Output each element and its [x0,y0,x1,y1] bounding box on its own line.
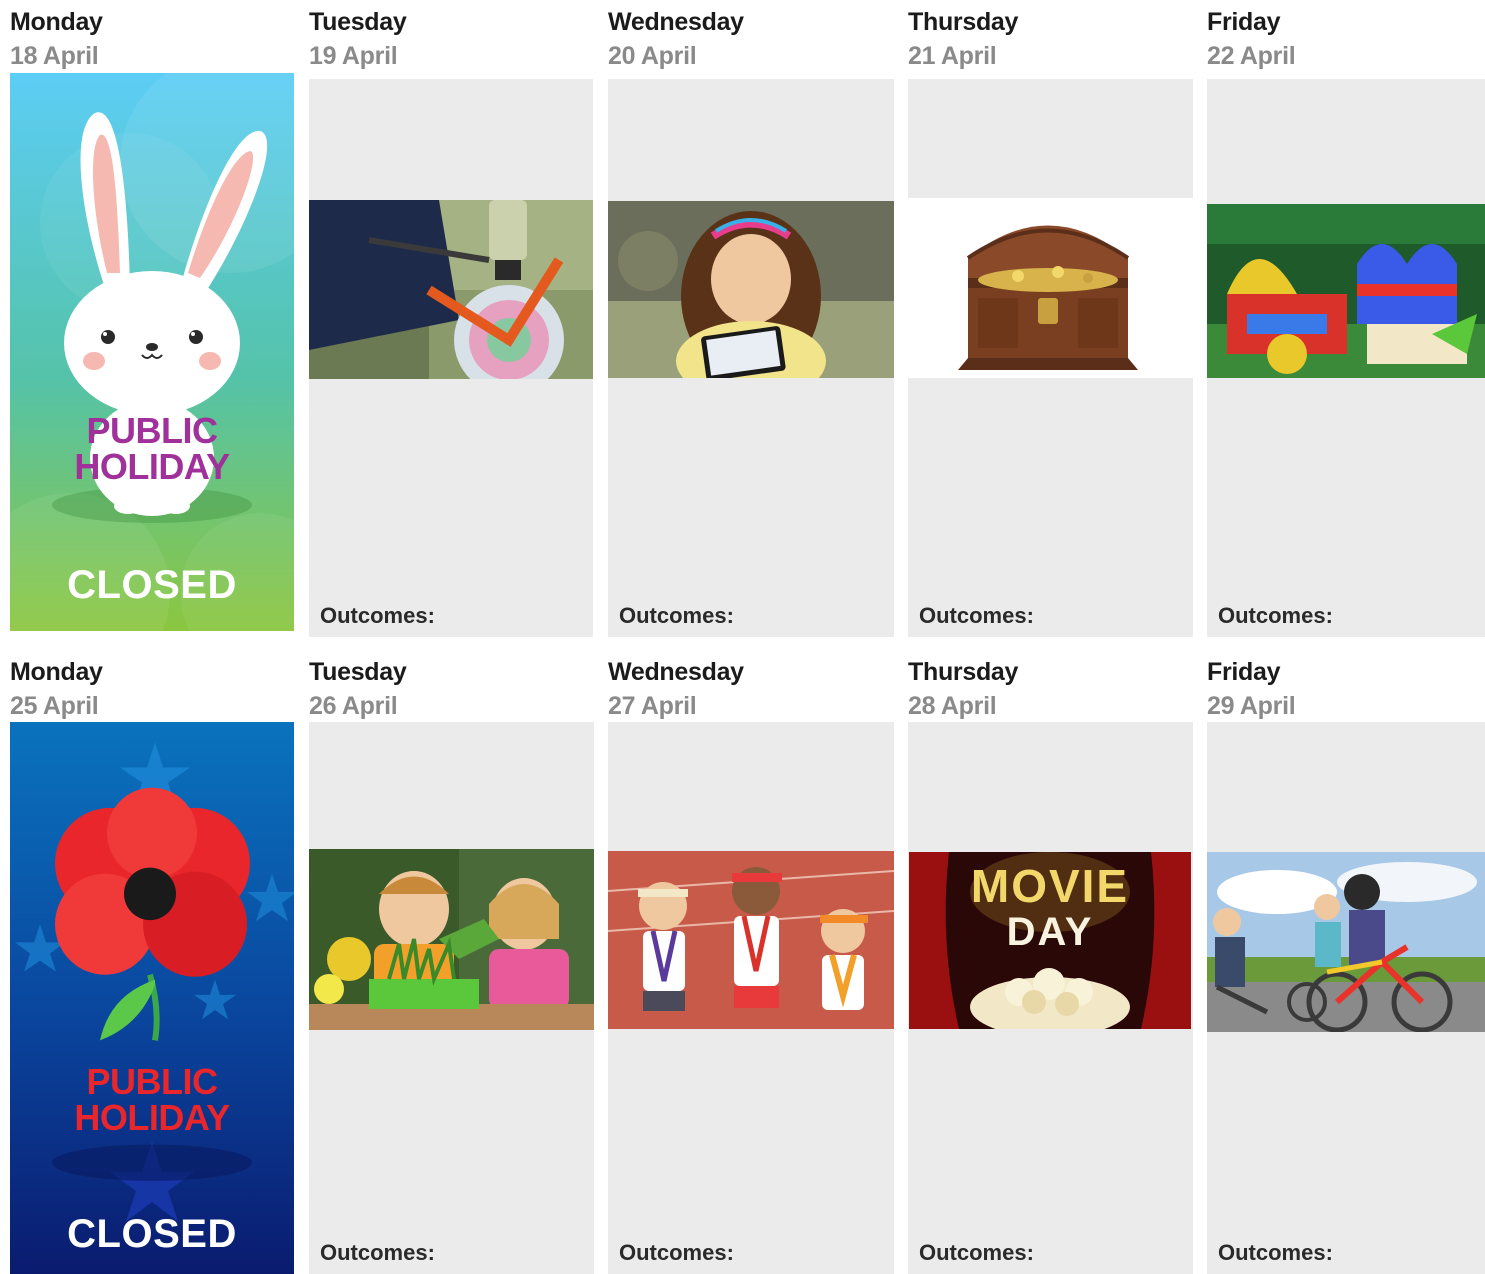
outcomes-label: Outcomes: [919,603,1034,628]
girl-tablet-photo [608,201,894,378]
movie-title-line2: DAY [1006,910,1094,954]
day-name: Tuesday [309,658,407,686]
treasure-chest-photo [908,198,1193,378]
day-name: Wednesday [608,8,744,36]
outcomes-label: Outcomes: [1218,1240,1333,1265]
day-name: Wednesday [608,658,744,686]
day-name: Tuesday [309,8,407,36]
day-name: Friday [1207,8,1281,36]
closed-text: CLOSED [67,1212,237,1256]
day-date: 21 April [908,42,997,70]
kids-gardening-photo [309,849,594,1030]
public-holiday-text-line2: HOLIDAY [74,446,230,487]
movie-day-photo: MOVIE DAY [909,852,1191,1029]
public-holiday-text-line2: HOLIDAY [74,1097,230,1138]
kids-athletes-photo [608,851,894,1029]
day-name: Thursday [908,658,1019,686]
day-name: Thursday [908,8,1019,36]
outcomes-label: Outcomes: [1218,603,1333,628]
day-date: 28 April [908,692,997,720]
day-date: 29 April [1207,692,1296,720]
bouncy-castle-photo [1207,204,1485,378]
closed-text: CLOSED [67,563,237,607]
activity-card[interactable]: MOVIE DAY Outcomes: [908,722,1193,1274]
activity-card[interactable]: Outcomes: [1207,722,1485,1274]
day-date: 18 April [10,42,99,70]
day-date: 19 April [309,42,398,70]
day-name: Friday [1207,658,1281,686]
day-date: 26 April [309,692,398,720]
outcomes-label: Outcomes: [320,603,435,628]
activity-card[interactable]: Outcomes: [608,79,894,637]
activity-card[interactable]: Outcomes: [908,79,1193,637]
easter-holiday-banner: PUBLIC HOLIDAY CLOSED [10,73,294,631]
outcomes-label: Outcomes: [619,603,734,628]
activity-card[interactable]: Outcomes: [608,722,894,1274]
activity-card[interactable]: Outcomes: [1207,79,1485,637]
day-date: 20 April [608,42,697,70]
day-name: Monday [10,658,103,686]
day-date: 27 April [608,692,697,720]
day-date: 25 April [10,692,99,720]
movie-title-line1: MOVIE [970,860,1130,912]
activity-card[interactable]: Outcomes: [309,79,593,637]
day-name: Monday [10,8,103,36]
public-holiday-text-line1: PUBLIC [86,410,219,451]
kids-bikes-photo [1207,852,1485,1032]
poppy-icon [10,722,294,1274]
outcomes-label: Outcomes: [320,1240,435,1265]
activity-card[interactable]: Outcomes: [309,722,594,1274]
anzac-holiday-banner: PUBLIC HOLIDAY CLOSED [10,722,294,1274]
public-holiday-text-line1: PUBLIC [86,1061,219,1102]
easter-bunny-icon [10,73,294,631]
day-date: 22 April [1207,42,1296,70]
outcomes-label: Outcomes: [919,1240,1034,1265]
outcomes-label: Outcomes: [619,1240,734,1265]
bike-blender-photo [309,200,593,379]
